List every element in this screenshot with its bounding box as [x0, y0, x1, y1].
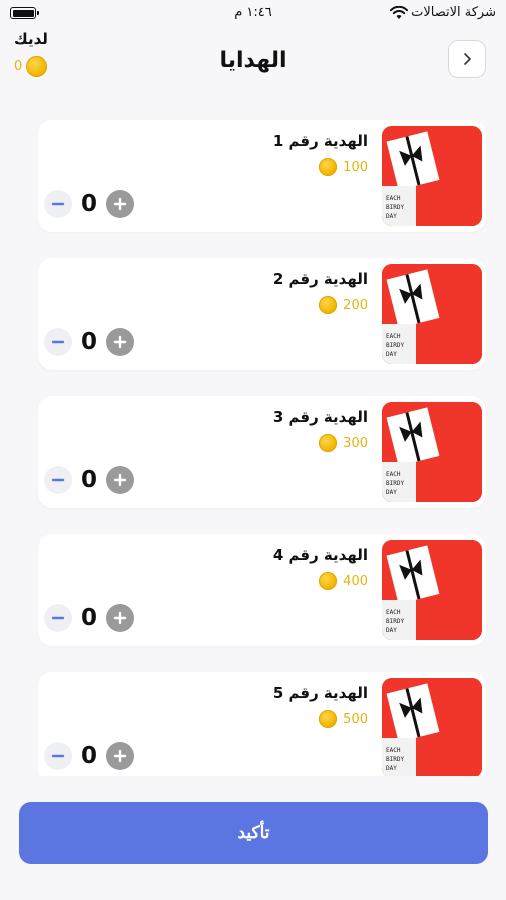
increase-button[interactable]: [106, 328, 134, 356]
gift-price: 300: [319, 434, 368, 452]
gift-card: EACH BIRDY DAY الهدية رقم 5 500 0: [38, 672, 486, 776]
gift-name: الهدية رقم 5: [272, 684, 368, 702]
plus-icon: [113, 749, 127, 763]
gift-image: EACH BIRDY DAY: [382, 402, 482, 502]
quantity-value: 0: [80, 605, 97, 631]
svg-text:EACH: EACH: [386, 471, 401, 478]
minus-icon: [51, 754, 65, 758]
svg-text:DAY: DAY: [386, 489, 397, 496]
back-button[interactable]: [448, 40, 486, 78]
svg-text:EACH: EACH: [386, 333, 401, 340]
increase-button[interactable]: [106, 466, 134, 494]
quantity-value: 0: [80, 329, 97, 355]
svg-text:EACH: EACH: [386, 747, 401, 754]
increase-button[interactable]: [106, 604, 134, 632]
gift-price: 200: [319, 296, 368, 314]
coin-icon: [319, 158, 338, 176]
coin-icon: [319, 296, 338, 314]
gift-card: EACH BIRDY DAY الهدية رقم 1 100 0: [38, 120, 486, 232]
wifi-icon: [390, 6, 408, 19]
increase-button[interactable]: [106, 742, 134, 770]
page-title: الهدايا: [219, 48, 287, 73]
gift-price-value: 100: [343, 159, 368, 175]
gift-price: 500: [319, 710, 368, 728]
gift-image: EACH BIRDY DAY: [382, 126, 482, 226]
status-bar: ١:٤٦ م شركة الاتصالات: [0, 0, 506, 28]
gift-list[interactable]: EACH BIRDY DAY الهدية رقم 1 100 0 EACH B…: [0, 118, 506, 776]
svg-text:BIRDY: BIRDY: [386, 756, 404, 763]
svg-text:DAY: DAY: [386, 627, 397, 634]
confirm-button[interactable]: تأكيد: [19, 802, 488, 864]
gift-card: EACH BIRDY DAY الهدية رقم 4 400 0: [38, 534, 486, 646]
quantity-stepper: 0: [44, 466, 134, 494]
quantity-value: 0: [80, 467, 97, 493]
gift-card: EACH BIRDY DAY الهدية رقم 2 200 0: [38, 258, 486, 370]
balance-label: لديك: [14, 30, 48, 48]
quantity-stepper: 0: [44, 328, 134, 356]
decrease-button[interactable]: [44, 190, 72, 218]
gift-price-value: 200: [343, 297, 368, 313]
gift-name: الهدية رقم 1: [272, 132, 368, 150]
svg-text:EACH: EACH: [386, 609, 401, 616]
decrease-button[interactable]: [44, 328, 72, 356]
chevron-right-icon: [464, 53, 471, 65]
quantity-value: 0: [80, 743, 97, 769]
svg-text:BIRDY: BIRDY: [386, 618, 404, 625]
gift-name: الهدية رقم 3: [272, 408, 368, 426]
coin-icon: [319, 710, 338, 728]
plus-icon: [113, 335, 127, 349]
gift-name: الهدية رقم 4: [272, 546, 368, 564]
svg-text:DAY: DAY: [386, 213, 397, 220]
gift-price: 100: [319, 158, 368, 176]
svg-text:DAY: DAY: [386, 351, 397, 358]
quantity-value: 0: [80, 191, 97, 217]
minus-icon: [51, 202, 65, 206]
quantity-stepper: 0: [44, 604, 134, 632]
quantity-stepper: 0: [44, 190, 134, 218]
coin-icon: [319, 434, 338, 452]
gift-price: 400: [319, 572, 368, 590]
minus-icon: [51, 616, 65, 620]
gift-image: EACH BIRDY DAY: [382, 264, 482, 364]
coin-icon: [319, 572, 338, 590]
plus-icon: [113, 473, 127, 487]
svg-text:DAY: DAY: [386, 765, 397, 772]
minus-icon: [51, 478, 65, 482]
svg-text:BIRDY: BIRDY: [386, 480, 404, 487]
decrease-button[interactable]: [44, 466, 72, 494]
gift-price-value: 500: [343, 711, 368, 727]
gift-card: EACH BIRDY DAY الهدية رقم 3 300 0: [38, 396, 486, 508]
gift-name: الهدية رقم 2: [272, 270, 368, 288]
decrease-button[interactable]: [44, 604, 72, 632]
gift-image: EACH BIRDY DAY: [382, 678, 482, 776]
gift-price-value: 300: [343, 435, 368, 451]
gift-image: EACH BIRDY DAY: [382, 540, 482, 640]
svg-text:BIRDY: BIRDY: [386, 342, 404, 349]
minus-icon: [51, 340, 65, 344]
svg-text:EACH: EACH: [386, 195, 401, 202]
decrease-button[interactable]: [44, 742, 72, 770]
svg-text:BIRDY: BIRDY: [386, 204, 404, 211]
gift-price-value: 400: [343, 573, 368, 589]
header: لديك 0 الهدايا: [0, 28, 506, 108]
carrier-name: شركة الاتصالات: [411, 5, 496, 20]
plus-icon: [113, 197, 127, 211]
plus-icon: [113, 611, 127, 625]
increase-button[interactable]: [106, 190, 134, 218]
quantity-stepper: 0: [44, 742, 134, 770]
